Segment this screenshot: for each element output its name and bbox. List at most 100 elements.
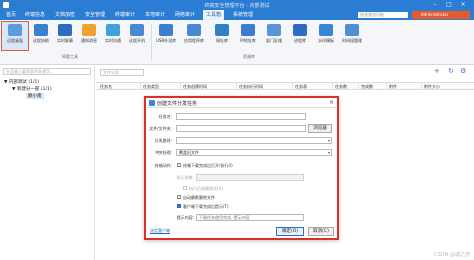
group-label-resources: 资源库 [243,54,255,59]
tree-node-dept[interactable]: ▼ 新建分一部 (1/1) [12,86,52,92]
chat-icon [106,24,120,36]
department-tree-panel: 在此输入要搜索的关键字... ▼ 内部测试 (1/1) ▼ 新建分一部 (1/1… [0,66,95,260]
web-icon [215,24,229,36]
menu-terminal-audit[interactable]: 终端审计 [112,10,138,20]
run-hidden-checkbox[interactable] [183,186,187,190]
open-after-checkbox[interactable] [177,163,181,167]
file-path-input[interactable] [176,125,306,132]
user-badge[interactable]: Administrator [412,11,470,19]
menu-terminal-info[interactable]: 终端信息 [22,10,48,20]
settings-icon[interactable]: ⚙ [460,67,466,75]
task-search-input[interactable]: 文件分发 [100,69,144,76]
label-notify-text: 提示内容: [176,215,194,220]
watermark-text: CSDN @城之感 [434,252,470,258]
notify-text-input[interactable] [196,214,304,221]
tree-search-input[interactable]: 在此输入要搜索的关键字... [3,68,91,75]
silent-delete-label: 自动静默删除文件 [183,195,215,200]
refresh-icon[interactable]: ↻ [448,67,454,75]
col-attachment-size[interactable]: 附件大小 [424,84,440,90]
feature-search-input[interactable]: 快速查找功能 [358,12,408,18]
col-task-name[interactable]: 任务名 [100,84,112,90]
power-icon [130,24,144,36]
remote-assist-button[interactable]: 远程协助 [28,22,54,50]
conflict-select[interactable]: 覆盖旧文件 ▾ [176,149,332,156]
column-divider [236,83,237,90]
task-table-header: 任务名 任务类型 任务创建时间 任务执行时间 任务表 任务数 完成数 附件 附件… [96,82,474,90]
menu-home[interactable]: 首页 [3,10,19,20]
watermark-icon [319,24,333,36]
label-conflict: 冲突处理: [154,150,172,155]
ribbon-separator [151,24,152,60]
remote-desktop-icon [8,24,22,36]
col-attachment[interactable]: 附件 [389,84,397,90]
chevron-down-icon: ▾ [327,138,330,143]
column-divider [386,83,387,90]
col-executed[interactable]: 任务执行时间 [239,84,263,90]
col-created[interactable]: 任务创建时间 [183,84,207,90]
task-name-input[interactable] [176,113,306,120]
dialog-close-icon[interactable]: × [329,99,334,106]
region-button[interactable]: 部门区域 [261,22,287,50]
app-icon [187,24,201,36]
label-after-action: 终端动作: [154,163,172,168]
screen-button[interactable]: 实时屏幕 [52,22,78,50]
tree-node-user[interactable]: 静小南 [26,93,44,99]
column-divider [140,83,141,90]
close-icon[interactable]: × [456,0,470,10]
column-divider [332,83,333,90]
watermark-template-button[interactable]: 水印模板 [313,22,339,50]
usb-icon [159,24,173,36]
menu-bar: 首页 终端信息 文档加密 安全管理 终端审计 本地审计 网络审计 工具箱 系统管… [0,10,474,20]
menu-local-audit[interactable]: 本地审计 [142,10,168,20]
exec-params-input[interactable] [196,174,304,181]
remote-desktop-button[interactable]: 远程桌面 [1,21,29,51]
dialog-title-bar: 创建文件分发任务 × [146,98,337,108]
maximize-icon[interactable]: □ [442,0,456,10]
dist-path-select[interactable]: ▾ [176,137,332,144]
ip-icon [241,24,255,36]
notify-label: 客户端下载完成后提示(T) [183,204,229,209]
conflict-value: 覆盖旧文件 [179,150,199,155]
menu-network-audit[interactable]: 网络审计 [172,10,198,20]
silent-delete-checkbox[interactable] [177,195,181,199]
column-divider [358,83,359,90]
web-library-button[interactable]: 网址库 [209,22,235,50]
time-period-button[interactable]: 时间段管理 [339,22,365,50]
open-after-label: 终端下载完成后打开/执行(I) [183,163,233,168]
region-icon [267,24,281,36]
label-exec-params: 执行参数: [176,175,194,180]
cancel-button[interactable]: 取消(C) [308,227,334,236]
run-hidden-label: 执行后隐藏模式(H) [189,186,224,191]
tree-node-root[interactable]: ▼ 内部测试 (1/1) [4,79,39,85]
browse-button[interactable]: 浏览器 [308,124,332,133]
label-file-path: 文件/文件夹: [149,126,172,131]
col-task-type[interactable]: 任务类型 [143,84,159,90]
col-done-count[interactable]: 完成数 [361,84,373,90]
column-divider [421,83,422,90]
menu-system[interactable]: 系统管理 [230,10,256,20]
group-label-tools: 网管工具 [62,54,78,59]
ip-library-button[interactable]: IP地址库 [235,22,261,50]
notify-checkbox[interactable] [177,204,181,208]
message-icon [82,24,96,36]
label-dist-path: 分发路径: [154,138,172,143]
message-button[interactable]: 通知消息 [76,22,102,50]
column-divider [292,83,293,90]
chat-button[interactable]: 实时沟通 [100,22,126,50]
window-title: 终端安全管理平台 - 内部测试 [204,3,270,9]
menu-doc-encrypt[interactable]: 文档加密 [52,10,78,20]
ok-button[interactable]: 确定(O) [276,227,304,236]
usb-button[interactable]: USB外设库 [153,22,179,50]
app-library-button[interactable]: 应用程序库 [181,22,207,50]
process-library-button[interactable]: 进程库 [287,22,313,50]
menu-security[interactable]: 安全管理 [82,10,108,20]
menu-toolbox[interactable]: 工具箱 [203,10,225,20]
col-task-count[interactable]: 任务数 [335,84,347,90]
power-button[interactable]: 远程开机 [124,22,150,50]
ribbon-toolbar: 远程桌面 远程协助 实时屏幕 通知消息 实时沟通 远程开机 网管工具 USB外设… [0,20,474,65]
minimize-icon[interactable]: – [428,0,442,10]
col-task-table[interactable]: 任务表 [295,84,307,90]
screen-icon [58,24,72,36]
select-clients-link[interactable]: 选定客户端 [150,228,170,234]
add-icon[interactable]: + [434,67,440,75]
